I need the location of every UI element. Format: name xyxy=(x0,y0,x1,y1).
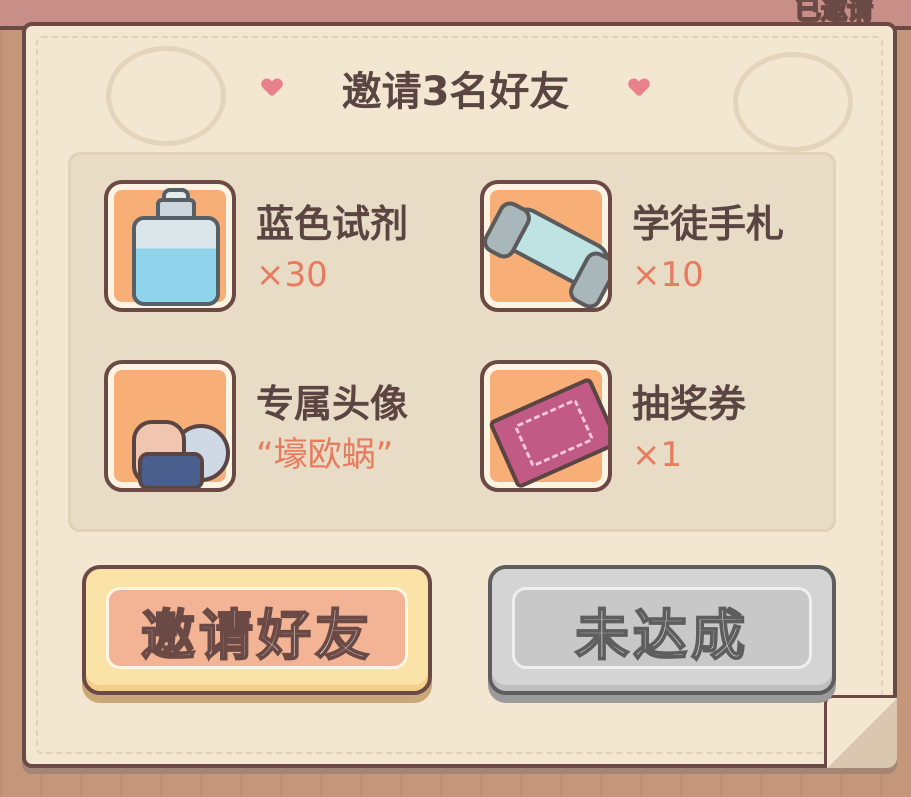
lottery-ticket-icon xyxy=(480,360,612,492)
snail-avatar-icon xyxy=(104,360,236,492)
not-achieved-button[interactable]: 未达成 xyxy=(488,565,836,695)
reward-item: 专属头像 “壕欧蜗” xyxy=(104,360,408,492)
invite-friends-button[interactable]: 邀请好友 xyxy=(82,565,432,695)
scroll-icon xyxy=(480,180,612,312)
page-title: 邀请3名好友 xyxy=(341,69,570,115)
invite-friends-label: 邀请好友 xyxy=(140,603,373,668)
reward-item: 抽奖券 ×1 xyxy=(480,360,746,492)
reward-quantity: ×30 xyxy=(256,255,328,295)
title-row: 邀请3名好友 xyxy=(0,58,911,118)
not-achieved-label: 未达成 xyxy=(574,603,749,668)
heart-icon xyxy=(629,79,649,97)
page-corner-fold xyxy=(824,695,897,768)
reward-name: 抽奖券 xyxy=(632,382,747,426)
reward-name: 学徒手札 xyxy=(632,202,785,246)
reward-quantity: “壕欧蜗” xyxy=(256,435,394,475)
reward-quantity: ×10 xyxy=(632,255,704,295)
reward-quantity: ×1 xyxy=(632,435,683,475)
reward-name: 蓝色试剂 xyxy=(256,202,409,246)
reward-item: 学徒手札 ×10 xyxy=(480,180,784,312)
reward-item: 蓝色试剂 ×30 xyxy=(104,180,408,312)
potion-bottle-icon xyxy=(104,180,236,312)
reward-list: 蓝色试剂 ×30 学徒手札 ×10 专属头像 “壕欧蜗” 抽奖券 ×1 xyxy=(68,152,836,532)
heart-icon xyxy=(262,79,282,97)
reward-name: 专属头像 xyxy=(256,382,409,426)
